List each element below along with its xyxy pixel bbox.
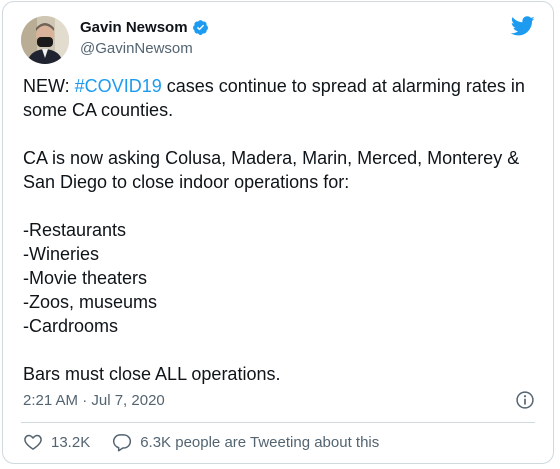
tweet-prefix: NEW: bbox=[23, 76, 75, 96]
reply-button[interactable]: 6.3K people are Tweeting about this bbox=[112, 432, 379, 452]
tweet-text: NEW: #COVID19 cases continue to spread a… bbox=[23, 74, 543, 386]
heart-icon bbox=[24, 434, 42, 450]
tweet-body: CA is now asking Colusa, Madera, Marin, … bbox=[23, 148, 520, 384]
hashtag-link[interactable]: #COVID19 bbox=[75, 76, 162, 96]
verified-badge-icon bbox=[192, 20, 208, 35]
reply-label: 6.3K people are Tweeting about this bbox=[140, 433, 380, 451]
tweet-card: Gavin Newsom @GavinNewsom NEW: #COVID19 … bbox=[2, 1, 554, 464]
author-name[interactable]: Gavin Newsom bbox=[80, 19, 188, 36]
speech-bubble-icon bbox=[113, 434, 132, 452]
divider bbox=[21, 422, 535, 423]
tweet-timestamp[interactable]: 2:21 AM · Jul 7, 2020 bbox=[23, 392, 165, 409]
info-icon[interactable] bbox=[515, 390, 535, 410]
author-handle[interactable]: @GavinNewsom bbox=[80, 40, 193, 57]
avatar-image bbox=[21, 16, 69, 64]
avatar[interactable] bbox=[21, 16, 69, 64]
author-row: Gavin Newsom bbox=[80, 19, 209, 36]
like-count: 13.2K bbox=[51, 433, 91, 451]
like-button[interactable]: 13.2K bbox=[23, 432, 90, 452]
twitter-bird-icon[interactable] bbox=[511, 14, 535, 38]
action-bar: 13.2K 6.3K people are Tweeting about thi… bbox=[23, 432, 379, 452]
